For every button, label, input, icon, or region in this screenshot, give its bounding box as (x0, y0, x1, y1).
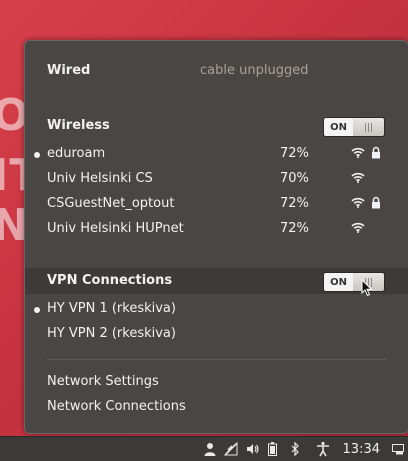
network-settings-item[interactable]: Network Settings (25, 370, 408, 395)
toggle-knob (353, 118, 384, 136)
vpn-name: HY VPN 2 (rkeskiva) (47, 326, 176, 341)
accessibility-icon[interactable] (315, 441, 331, 457)
lock-icon (371, 196, 381, 213)
wireless-toggle-on-label: ON (324, 118, 353, 136)
wireless-toggle[interactable]: ON (323, 117, 385, 137)
network-menu-popup: Wired cable unplugged Wireless ON eduroa… (24, 40, 408, 434)
user-icon[interactable] (204, 442, 216, 456)
wifi-network-item[interactable]: eduroam 72% (25, 142, 408, 167)
network-name: Univ Helsinki HUPnet (47, 221, 184, 236)
wireless-header: Wireless ON (25, 114, 408, 139)
wifi-network-item[interactable]: CSGuestNet_optout 72% (25, 192, 408, 217)
signal-strength: 72% (280, 146, 309, 161)
wired-status: cable unplugged (200, 63, 309, 78)
network-settings-label: Network Settings (47, 374, 159, 389)
wifi-network-item[interactable]: Univ Helsinki HUPnet 72% (25, 217, 408, 242)
wifi-icon (351, 222, 365, 237)
wireless-title: Wireless (47, 118, 110, 133)
vpn-toggle[interactable]: ON (323, 272, 385, 292)
vpn-toggle-on-label: ON (324, 273, 353, 291)
network-connections-label: Network Connections (47, 399, 186, 414)
top-panel: 13:34 (0, 436, 408, 461)
wired-title: Wired (47, 63, 91, 78)
window-icon[interactable] (392, 443, 404, 455)
active-indicator-dot (34, 307, 40, 313)
signal-strength: 72% (280, 196, 309, 211)
network-name: eduroam (47, 146, 106, 161)
wifi-network-item[interactable]: Univ Helsinki CS 70% (25, 167, 408, 192)
system-tray: 13:34 (204, 437, 404, 461)
bluetooth-icon[interactable] (291, 442, 299, 456)
clock[interactable]: 13:34 (343, 442, 380, 457)
vpn-connection-item[interactable]: HY VPN 1 (rkeskiva) (25, 297, 408, 322)
wired-row[interactable]: Wired cable unplugged (25, 59, 408, 84)
separator (47, 359, 387, 360)
signal-strength: 72% (280, 221, 309, 236)
network-icon[interactable] (223, 442, 238, 456)
active-indicator-dot (34, 152, 40, 158)
vpn-header: VPN Connections ON (25, 269, 408, 297)
vpn-name: HY VPN 1 (rkeskiva) (47, 301, 176, 316)
vpn-title: VPN Connections (47, 273, 173, 288)
lock-icon (371, 146, 381, 163)
network-name: CSGuestNet_optout (47, 196, 175, 211)
network-name: Univ Helsinki CS (47, 171, 153, 186)
volume-icon[interactable] (246, 443, 260, 455)
battery-icon[interactable] (267, 442, 277, 456)
network-connections-item[interactable]: Network Connections (25, 395, 408, 420)
wifi-icon (351, 197, 365, 212)
signal-strength: 70% (280, 171, 309, 186)
wifi-icon (351, 147, 365, 162)
vpn-connection-item[interactable]: HY VPN 2 (rkeskiva) (25, 322, 408, 347)
wifi-icon (351, 172, 365, 187)
